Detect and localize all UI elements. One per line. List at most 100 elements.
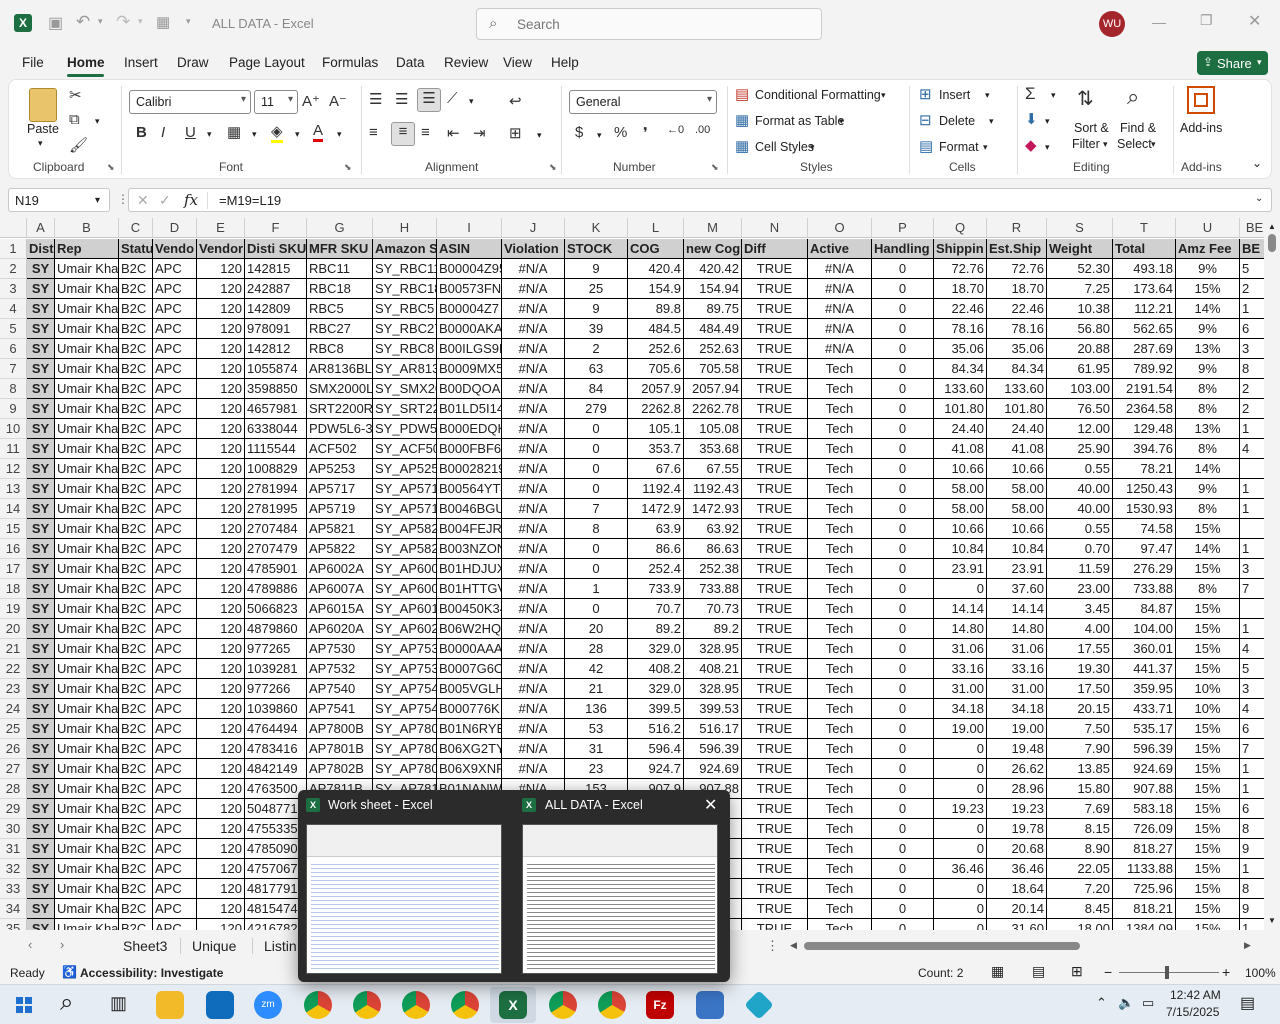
table-cell[interactable]: TRUE xyxy=(742,459,808,479)
table-cell[interactable]: SY xyxy=(27,519,55,539)
table-cell[interactable]: 0.55 xyxy=(1047,459,1113,479)
tab-formulas[interactable]: Formulas xyxy=(322,55,378,70)
table-cell[interactable]: 154.9 xyxy=(628,279,684,299)
table-cell[interactable]: 34.18 xyxy=(987,699,1047,719)
table-cell[interactable]: 0 xyxy=(872,859,934,879)
table-cell[interactable]: 408.2 xyxy=(628,659,684,679)
row-header[interactable]: 26 xyxy=(0,739,27,759)
header-cell[interactable]: Amazon S xyxy=(373,239,437,259)
table-cell[interactable]: RBC11 xyxy=(307,259,373,279)
table-cell[interactable]: SY_AP600 xyxy=(373,579,437,599)
header-cell[interactable]: Rep xyxy=(55,239,119,259)
table-cell[interactable]: B2C xyxy=(119,519,153,539)
row-header[interactable]: 17 xyxy=(0,559,27,579)
table-cell[interactable]: TRUE xyxy=(742,639,808,659)
table-cell[interactable]: 58.00 xyxy=(934,499,987,519)
table-cell[interactable]: 10% xyxy=(1176,699,1240,719)
user-avatar[interactable]: WU xyxy=(1099,11,1125,37)
table-cell[interactable]: 67.6 xyxy=(628,459,684,479)
table-cell[interactable]: APC xyxy=(153,339,197,359)
scroll-up-icon[interactable]: ▲ xyxy=(1268,222,1276,231)
row-header[interactable]: 35 xyxy=(0,919,27,930)
table-cell[interactable]: B2C xyxy=(119,859,153,879)
table-cell[interactable]: PDW5L6-3 xyxy=(307,419,373,439)
table-cell[interactable]: B0000AAA xyxy=(437,639,502,659)
table-cell[interactable]: 120 xyxy=(197,259,245,279)
table-cell[interactable]: 0 xyxy=(872,439,934,459)
table-cell[interactable]: 63.9 xyxy=(628,519,684,539)
table-cell[interactable]: 142812 xyxy=(245,339,307,359)
table-cell[interactable]: 42 xyxy=(565,659,628,679)
table-cell[interactable]: SY xyxy=(27,659,55,679)
table-cell[interactable]: Umair Kha xyxy=(55,839,119,859)
table-cell[interactable]: 1 xyxy=(565,579,628,599)
table-cell[interactable]: Tech xyxy=(808,599,872,619)
table-cell[interactable]: 15% xyxy=(1176,879,1240,899)
table-cell[interactable]: 15% xyxy=(1176,639,1240,659)
normal-view-icon[interactable]: ▦ xyxy=(991,963,1004,980)
table-cell[interactable]: 25 xyxy=(565,279,628,299)
table-cell[interactable]: 58.00 xyxy=(987,499,1047,519)
table-cell[interactable]: SY_AP753 xyxy=(373,639,437,659)
table-cell[interactable]: Tech xyxy=(808,379,872,399)
table-cell[interactable]: 1 xyxy=(1240,759,1264,779)
table-cell[interactable]: Umair Kha xyxy=(55,659,119,679)
table-cell[interactable]: 120 xyxy=(197,659,245,679)
table-cell[interactable]: 2781995 xyxy=(245,499,307,519)
table-cell[interactable]: APC xyxy=(153,759,197,779)
table-cell[interactable]: 63.92 xyxy=(684,519,742,539)
table-cell[interactable]: Tech xyxy=(808,819,872,839)
table-cell[interactable]: 0 xyxy=(565,599,628,619)
table-cell[interactable]: SY_AP754 xyxy=(373,699,437,719)
table-cell[interactable]: 7 xyxy=(1240,579,1264,599)
column-header-t[interactable]: T xyxy=(1113,218,1176,238)
table-cell[interactable]: 705.58 xyxy=(684,359,742,379)
table-cell[interactable]: 133.60 xyxy=(934,379,987,399)
table-cell[interactable]: SY xyxy=(27,539,55,559)
table-cell[interactable]: 61.95 xyxy=(1047,359,1113,379)
cancel-icon[interactable]: ✕ xyxy=(137,192,149,209)
page-layout-view-icon[interactable]: ▤ xyxy=(1032,963,1045,980)
table-cell[interactable]: TRUE xyxy=(742,499,808,519)
table-cell[interactable]: 8 xyxy=(1240,879,1264,899)
table-cell[interactable]: 6 xyxy=(1240,799,1264,819)
table-cell[interactable]: 276.29 xyxy=(1113,559,1176,579)
table-cell[interactable]: 252.4 xyxy=(628,559,684,579)
table-cell[interactable]: #N/A xyxy=(502,419,565,439)
table-cell[interactable]: B005VGLH xyxy=(437,679,502,699)
table-cell[interactable]: B01LD5I14 xyxy=(437,399,502,419)
row-header[interactable]: 31 xyxy=(0,839,27,859)
table-cell[interactable]: SY_AP582 xyxy=(373,539,437,559)
table-cell[interactable]: 0 xyxy=(872,479,934,499)
table-cell[interactable]: B2C xyxy=(119,639,153,659)
row-header[interactable]: 23 xyxy=(0,679,27,699)
header-cell[interactable]: Est.Ship xyxy=(987,239,1047,259)
table-cell[interactable]: 9% xyxy=(1176,479,1240,499)
table-cell[interactable]: TRUE xyxy=(742,519,808,539)
table-cell[interactable]: B00564YT4 xyxy=(437,479,502,499)
column-header-n[interactable]: N xyxy=(742,218,808,238)
font-size-combo[interactable]: 11 ▾ xyxy=(254,90,298,114)
table-cell[interactable]: 19.23 xyxy=(934,799,987,819)
table-cell[interactable]: Umair Kha xyxy=(55,759,119,779)
table-cell[interactable]: 818.27 xyxy=(1113,839,1176,859)
table-cell[interactable]: 1 xyxy=(1240,299,1264,319)
table-cell[interactable]: 84.34 xyxy=(934,359,987,379)
table-cell[interactable]: 5066823 xyxy=(245,599,307,619)
table-cell[interactable]: 35.06 xyxy=(987,339,1047,359)
redo-icon[interactable]: ↷ xyxy=(116,12,130,32)
table-cell[interactable]: Umair Kha xyxy=(55,879,119,899)
table-cell[interactable]: 4764494 xyxy=(245,719,307,739)
table-cell[interactable]: 34.18 xyxy=(934,699,987,719)
table-cell[interactable]: 596.4 xyxy=(628,739,684,759)
table-cell[interactable]: 0 xyxy=(872,619,934,639)
table-cell[interactable]: Umair Kha xyxy=(55,459,119,479)
table-cell[interactable]: SY xyxy=(27,479,55,499)
table-cell[interactable]: SY xyxy=(27,879,55,899)
table-cell[interactable]: 6 xyxy=(1240,319,1264,339)
table-cell[interactable]: 484.49 xyxy=(684,319,742,339)
table-cell[interactable]: 120 xyxy=(197,879,245,899)
table-cell[interactable]: TRUE xyxy=(742,259,808,279)
table-cell[interactable]: 23.91 xyxy=(934,559,987,579)
table-cell[interactable]: Tech xyxy=(808,539,872,559)
